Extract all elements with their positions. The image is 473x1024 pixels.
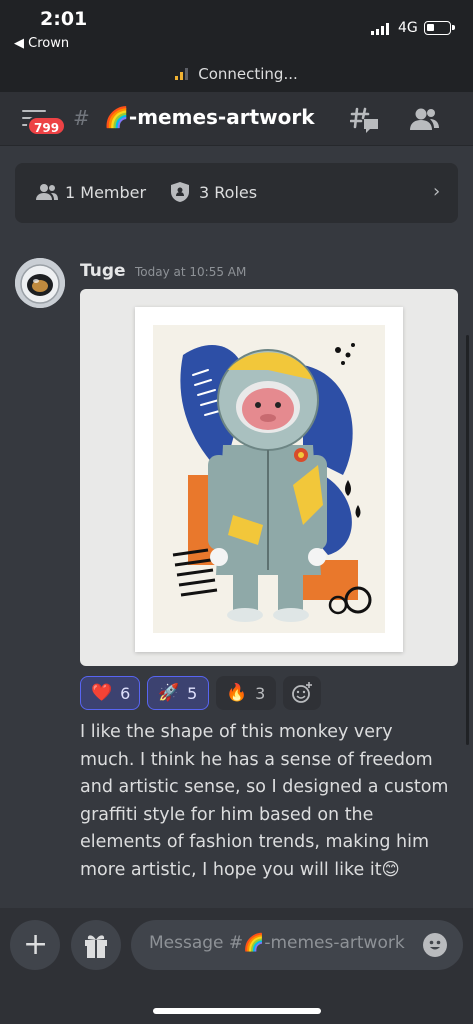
reaction-fire[interactable]: 🔥 3 bbox=[216, 676, 276, 710]
unread-badge: 799 bbox=[27, 116, 67, 136]
channel-hash-icon: # bbox=[73, 106, 90, 130]
composer-bar: + Message #🌈-memes-artwork bbox=[0, 908, 473, 1024]
avatar[interactable] bbox=[15, 258, 65, 308]
connection-status: Connecting... bbox=[198, 65, 298, 83]
message-input[interactable]: Message #🌈-memes-artwork bbox=[131, 920, 463, 970]
channel-header: 799 # 🌈-memes-artwork bbox=[0, 92, 473, 146]
member-list-icon[interactable] bbox=[408, 106, 440, 132]
scrollbar[interactable] bbox=[466, 335, 469, 745]
message-timestamp: Today at 10:55 AM bbox=[135, 265, 247, 279]
connection-signal-icon bbox=[175, 68, 189, 80]
role-count: 3 Roles bbox=[199, 183, 258, 202]
add-reaction-icon bbox=[292, 682, 312, 703]
rocket-icon: 🚀 bbox=[158, 683, 180, 703]
shield-icon bbox=[171, 182, 189, 202]
members-icon bbox=[36, 184, 58, 200]
message-author[interactable]: Tuge bbox=[80, 261, 126, 281]
channel-title[interactable]: 🌈-memes-artwork bbox=[104, 105, 315, 129]
astronaut-monkey-artwork bbox=[153, 325, 385, 633]
fire-icon: 🔥 bbox=[226, 683, 248, 703]
chevron-right-icon: › bbox=[433, 181, 441, 202]
heart-icon: ❤️ bbox=[91, 683, 113, 703]
plus-icon: + bbox=[23, 927, 49, 962]
gift-button[interactable] bbox=[71, 920, 121, 970]
cellular-signal-icon bbox=[371, 23, 389, 35]
message-content: I like the shape of this monkey very muc… bbox=[80, 722, 449, 880]
channel-info-card[interactable]: 1 Member 3 Roles › bbox=[15, 163, 458, 223]
artwork-frame bbox=[135, 307, 403, 652]
connection-banner: Connecting... bbox=[0, 56, 473, 92]
back-to-app-link[interactable]: ◀ Crown bbox=[14, 36, 69, 51]
home-indicator[interactable] bbox=[153, 1008, 321, 1014]
threads-icon[interactable] bbox=[350, 106, 380, 134]
gift-icon bbox=[85, 935, 107, 958]
add-reaction-button[interactable] bbox=[283, 676, 321, 710]
astronaut-avatar-image bbox=[15, 258, 65, 308]
status-bar: 2:01 ◀ Crown 4G bbox=[0, 0, 473, 56]
reaction-rocket[interactable]: 🚀 5 bbox=[147, 676, 209, 710]
emoji-icon bbox=[429, 940, 441, 950]
add-attachment-button[interactable]: + bbox=[10, 920, 60, 970]
reaction-count: 5 bbox=[187, 683, 198, 703]
emoji-button[interactable] bbox=[423, 933, 447, 957]
message-placeholder: Message #🌈-memes-artwork bbox=[149, 933, 405, 953]
reaction-heart[interactable]: ❤️ 6 bbox=[80, 676, 140, 710]
battery-icon bbox=[424, 21, 455, 35]
reaction-count: 6 bbox=[120, 683, 131, 703]
image-attachment[interactable] bbox=[80, 289, 458, 666]
member-count: 1 Member bbox=[65, 183, 147, 202]
reaction-count: 3 bbox=[255, 683, 266, 703]
clock: 2:01 bbox=[40, 8, 88, 30]
network-type: 4G bbox=[398, 20, 418, 36]
